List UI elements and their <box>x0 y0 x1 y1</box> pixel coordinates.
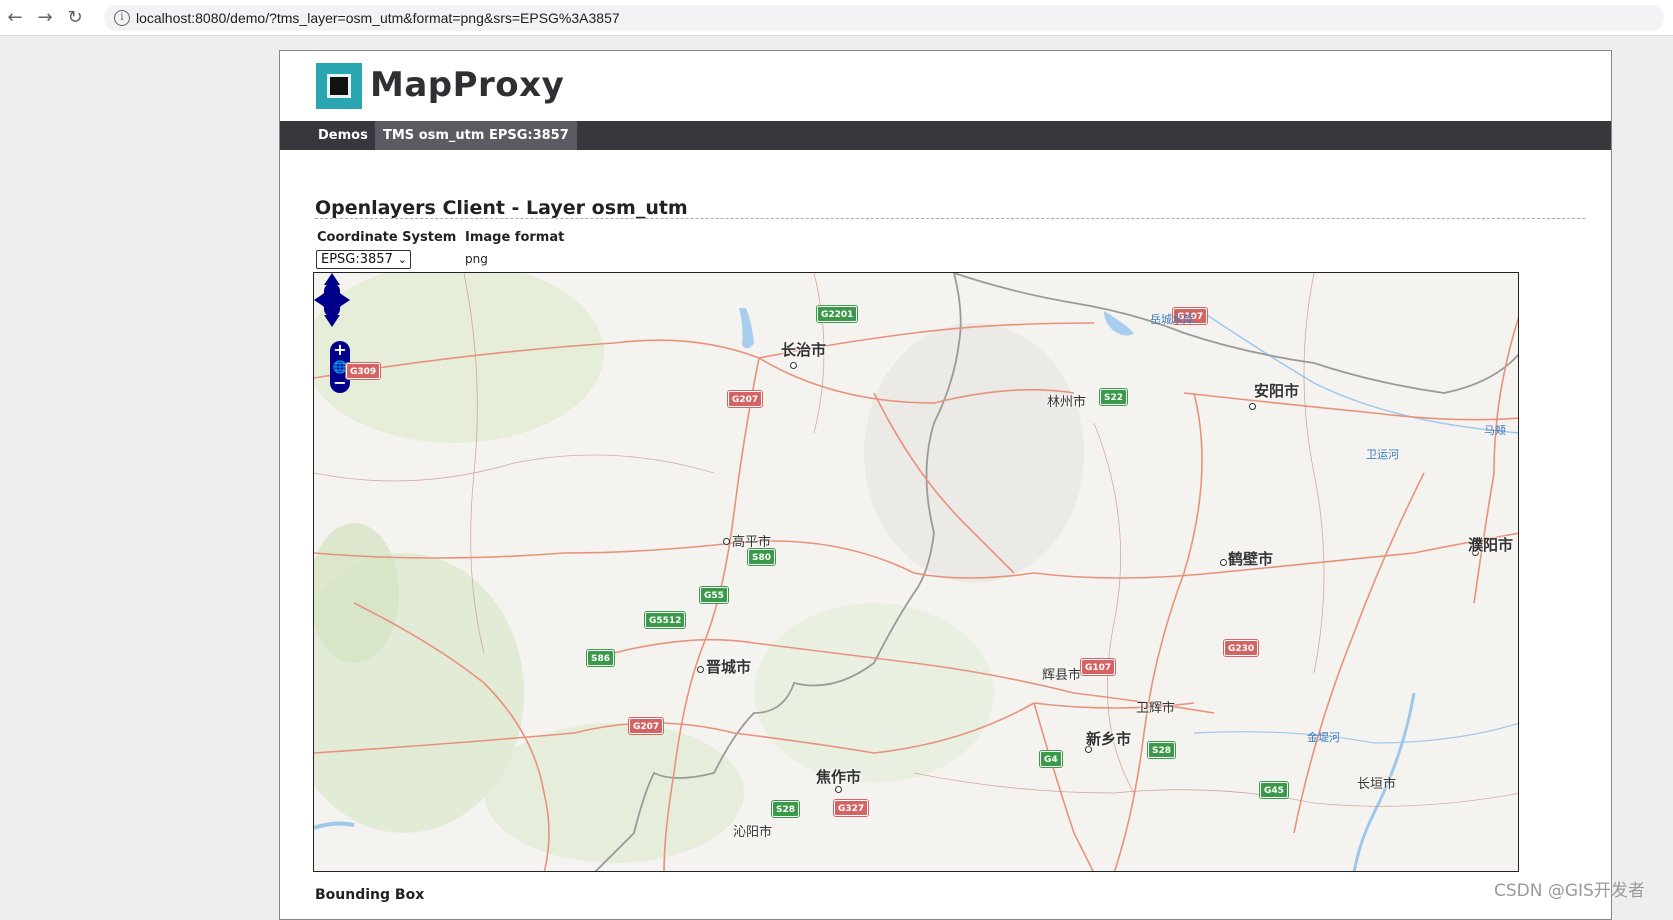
road-shield-s86: S86 <box>585 649 616 667</box>
pan-control-icon[interactable] <box>314 273 350 327</box>
browser-toolbar: ← → ↻ i localhost:8080/demo/?tms_layer=o… <box>0 0 1673 36</box>
road-shield-g327: G327 <box>832 799 870 817</box>
chevron-down-icon: ⌄ <box>397 253 407 266</box>
nav-demos-link[interactable]: Demos <box>310 121 376 150</box>
city-label-jincheng: 晋城市 <box>706 658 752 676</box>
coordinate-system-value: EPSG:3857 <box>321 252 393 267</box>
city-label-qinyang: 沁阳市 <box>733 825 773 840</box>
city-label-weihui: 卫辉市 <box>1136 701 1176 716</box>
city-label-hebi: 鹤壁市 <box>1228 550 1274 568</box>
road-shield-g309: G309 <box>344 362 382 380</box>
road-shield-g45: G45 <box>1259 781 1289 799</box>
logo-title: MapProxy <box>370 65 565 105</box>
city-label-anyang: 安阳市 <box>1254 382 1300 400</box>
road-shield-g2201: G2201 <box>815 305 859 323</box>
page-container: MapProxy Demos TMS osm_utm EPSG:3857 Ope… <box>279 50 1612 920</box>
road-shield-g207-south: G207 <box>627 717 665 735</box>
title-divider <box>315 218 1585 219</box>
coordinate-system-label: Coordinate System <box>317 230 457 245</box>
site-info-icon[interactable]: i <box>114 10 130 26</box>
zoom-in-button[interactable]: + <box>330 342 350 358</box>
forward-arrow-icon[interactable]: → <box>34 7 56 29</box>
road-shield-g4: G4 <box>1039 750 1063 768</box>
map-viewport[interactable]: + 🌐 − G2201 G107 G309 G207 S22 S80 G55 G… <box>313 272 1519 872</box>
nav-bar: Demos TMS osm_utm EPSG:3857 <box>280 121 1611 150</box>
back-arrow-icon[interactable]: ← <box>4 7 26 29</box>
city-label-xinxiang: 新乡市 <box>1086 730 1132 748</box>
city-label-linzhou: 林州市 <box>1047 395 1087 410</box>
city-dot <box>1249 403 1256 410</box>
url-text[interactable]: localhost:8080/demo/?tms_layer=osm_utm&f… <box>136 10 620 26</box>
city-dot <box>697 666 704 673</box>
city-dot <box>835 786 842 793</box>
road-shield-s28-south: S28 <box>770 800 801 818</box>
road-shield-g5512: G5512 <box>643 611 687 629</box>
city-label-jiaozuo: 焦作市 <box>816 768 862 786</box>
watermark: CSDN @GIS开发者 <box>1494 881 1645 901</box>
city-label-changyuan: 长垣市 <box>1357 777 1397 792</box>
road-shield-s22: S22 <box>1098 388 1129 406</box>
city-label-puyang: 濮阳市 <box>1468 536 1514 554</box>
address-bar[interactable]: i localhost:8080/demo/?tms_layer=osm_utm… <box>104 5 1664 31</box>
reload-icon[interactable]: ↻ <box>64 7 86 29</box>
road-shield-g107-south: G107 <box>1079 658 1117 676</box>
image-format-label: Image format <box>465 230 565 245</box>
page-title: Openlayers Client - Layer osm_utm <box>315 197 688 219</box>
image-format-value: png <box>465 252 488 266</box>
water-label-weiyunhe: 卫运河 <box>1366 448 1399 461</box>
city-dot <box>1220 559 1227 566</box>
city-dot <box>790 362 797 369</box>
city-dot <box>723 538 730 545</box>
map-tiles <box>314 273 1518 871</box>
nav-active-tab[interactable]: TMS osm_utm EPSG:3857 <box>375 121 577 150</box>
road-shield-g230: G230 <box>1222 639 1260 657</box>
city-label-huixian: 辉县市 <box>1042 668 1082 683</box>
coordinate-system-select[interactable]: EPSG:3857 ⌄ <box>316 250 411 269</box>
road-shield-g207: G207 <box>726 390 764 408</box>
city-label-changzhi: 长治市 <box>781 341 827 359</box>
road-shield-s80: S80 <box>746 548 777 566</box>
city-label-gaoping: 高平市 <box>732 535 772 550</box>
road-shield-g55: G55 <box>699 586 729 604</box>
water-label-majia: 马颊 <box>1484 424 1506 437</box>
bounding-box-label: Bounding Box <box>315 887 425 903</box>
mapproxy-logo-icon <box>316 63 362 109</box>
water-label-yuecheng: 岳城水库 <box>1150 313 1194 326</box>
road-shield-s28: S28 <box>1146 741 1177 759</box>
water-label-jindihe: 金堤河 <box>1307 731 1340 744</box>
